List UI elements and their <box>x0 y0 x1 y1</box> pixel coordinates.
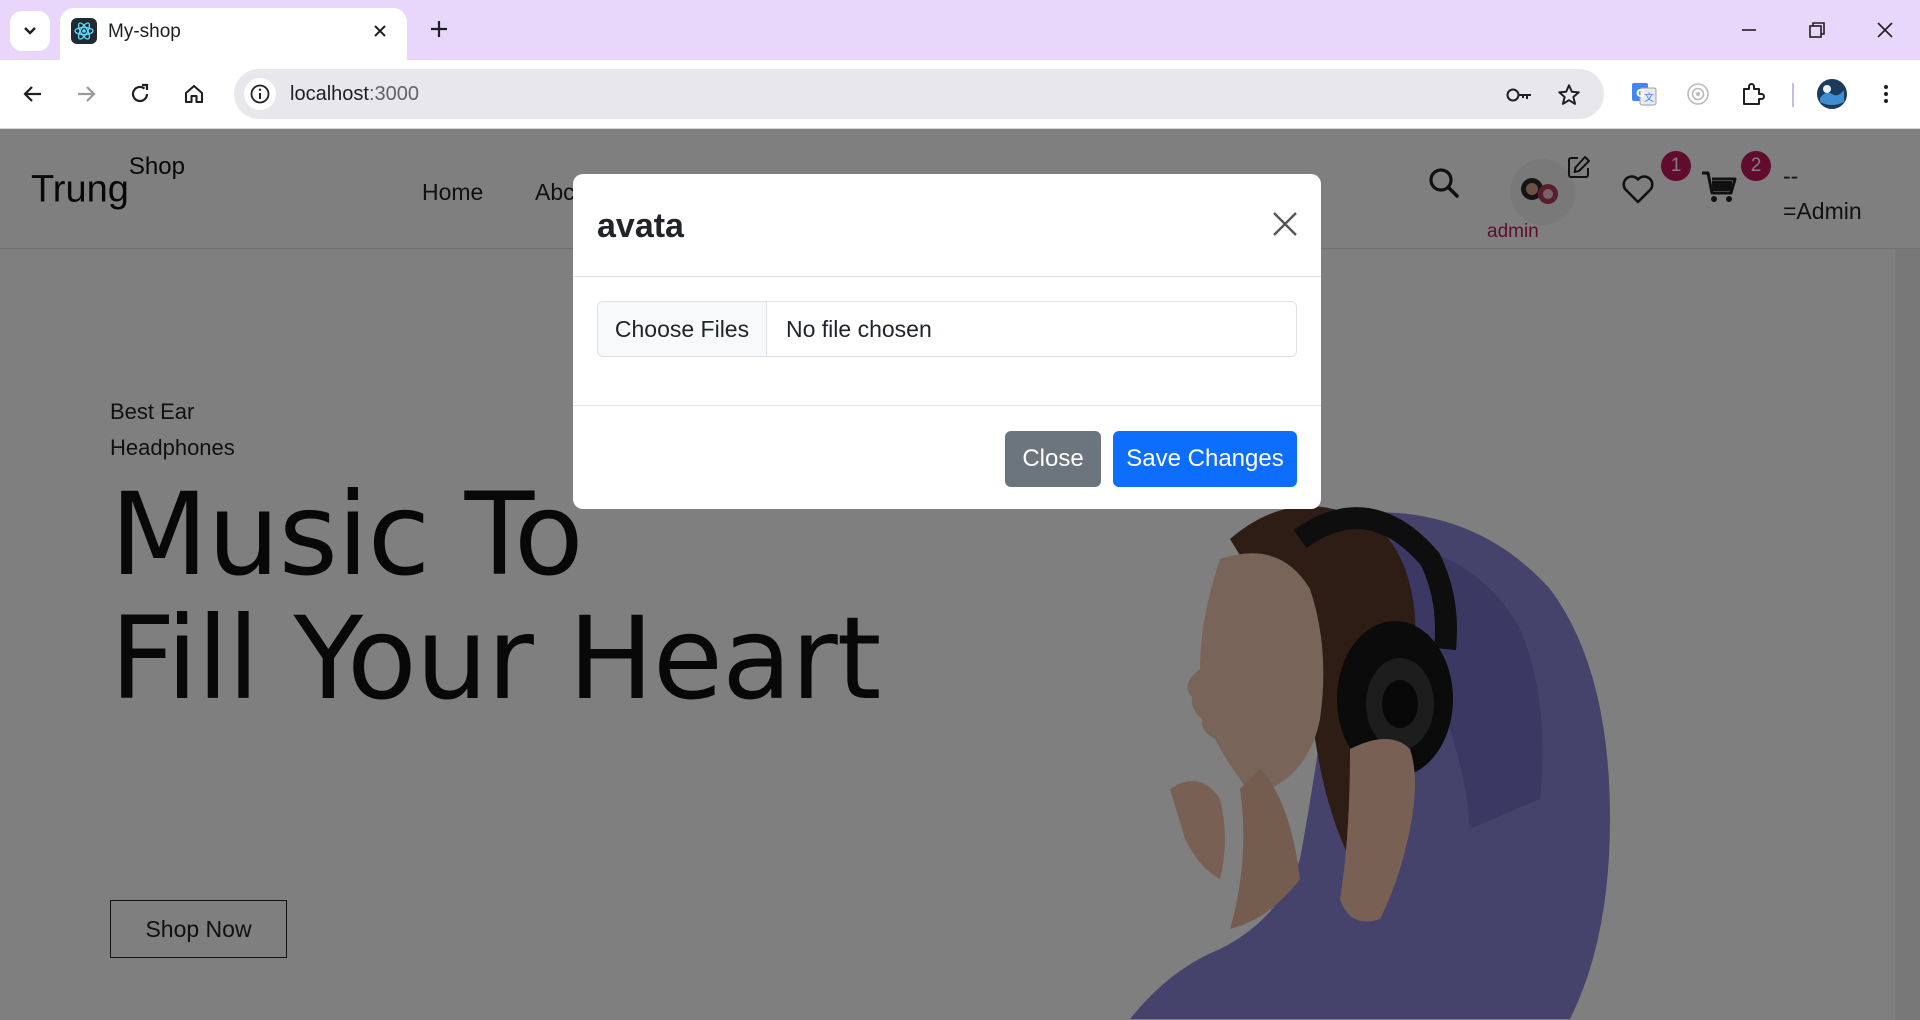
translate-extension-button[interactable]: G文 <box>1622 72 1666 116</box>
puzzle-icon <box>1743 83 1765 105</box>
browser-tab-active[interactable]: My-shop <box>60 8 407 60</box>
url-port: :3000 <box>368 83 419 105</box>
bookmark-star-button[interactable] <box>1554 80 1584 110</box>
minimize-button[interactable] <box>1727 10 1771 50</box>
reload-button[interactable] <box>118 72 162 116</box>
extensions-menu-button[interactable] <box>1731 72 1775 116</box>
close-icon <box>374 25 386 37</box>
chevron-down-icon <box>24 27 36 35</box>
plus-icon <box>431 21 447 37</box>
address-bar[interactable]: localhost:3000 <box>234 69 1604 119</box>
new-tab-button[interactable] <box>422 12 456 46</box>
extension-button[interactable] <box>1676 72 1720 116</box>
url-text: localhost:3000 <box>290 83 419 106</box>
record-extension-icon <box>1687 83 1709 105</box>
modal-title: avata <box>597 207 684 245</box>
modal-footer: Close Save Changes <box>573 405 1321 509</box>
save-changes-button[interactable]: Save Changes <box>1113 431 1297 487</box>
star-icon <box>1558 84 1580 105</box>
choose-files-button[interactable]: Choose Files <box>598 302 767 356</box>
site-info-button[interactable] <box>244 78 276 110</box>
arrow-right-icon <box>78 86 96 102</box>
modal-header: avata <box>573 174 1321 277</box>
close-icon <box>1273 212 1297 236</box>
reload-icon <box>131 83 149 103</box>
react-icon <box>71 18 97 44</box>
restore-icon <box>1809 22 1825 38</box>
browser-toolbar: localhost:3000 G文 <box>0 60 1920 129</box>
avatar-upload-modal: avata Choose Files No file chosen Close … <box>573 174 1321 509</box>
arrow-left-icon <box>23 86 41 102</box>
back-button[interactable] <box>11 72 55 116</box>
google-translate-icon: G文 <box>1632 83 1657 106</box>
modal-close-button[interactable] <box>1265 204 1305 244</box>
close-icon <box>1877 22 1893 38</box>
tab-close-button[interactable] <box>367 18 393 44</box>
file-upload-input[interactable]: Choose Files No file chosen <box>597 301 1297 357</box>
close-button[interactable]: Close <box>1005 431 1101 487</box>
url-host: localhost <box>290 83 369 105</box>
tab-search-button[interactable] <box>10 11 50 51</box>
browser-menu-button[interactable] <box>1864 72 1908 116</box>
home-button[interactable] <box>172 72 216 116</box>
password-key-button[interactable] <box>1504 80 1534 110</box>
home-icon <box>184 84 204 104</box>
browser-tab-bar: My-shop <box>0 0 1920 60</box>
profile-avatar-icon <box>1817 79 1847 109</box>
info-icon <box>250 84 270 104</box>
restore-button[interactable] <box>1795 10 1839 50</box>
svg-text:文: 文 <box>1644 91 1654 104</box>
forward-button[interactable] <box>64 72 108 116</box>
toolbar-separator <box>1792 83 1794 107</box>
tab-title: My-shop <box>108 21 181 42</box>
window-close-button[interactable] <box>1863 10 1907 50</box>
more-vertical-icon <box>1884 85 1888 103</box>
file-status-text: No file chosen <box>786 316 932 342</box>
key-icon <box>1506 88 1531 102</box>
minimize-icon <box>1742 29 1756 31</box>
profile-button[interactable] <box>1810 72 1854 116</box>
